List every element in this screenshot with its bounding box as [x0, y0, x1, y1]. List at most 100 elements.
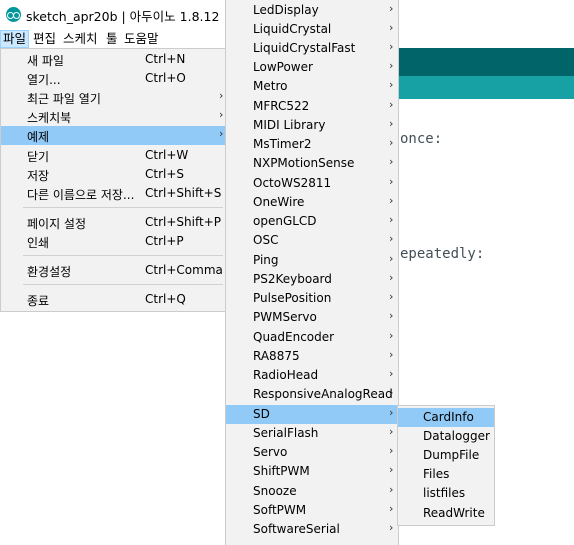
menu-sketch[interactable]: 스케치 — [61, 30, 100, 48]
menu-item-example-library[interactable]: OneWire › — [226, 193, 398, 212]
chevron-right-icon: › — [389, 136, 394, 149]
menu-item-example-library[interactable]: LedDisplay › — [226, 1, 398, 20]
menu-item-label: MFRC522 — [253, 99, 310, 113]
menu-item-label: PS2Keyboard — [253, 272, 332, 286]
menu-item-readwrite[interactable]: ReadWrite — [398, 504, 494, 523]
menu-item-files[interactable]: Files — [398, 465, 494, 484]
menu-item-sketchbook[interactable]: 스케치북 › — [1, 107, 225, 126]
menu-item-preferences[interactable]: 환경설정 Ctrl+Comma — [1, 261, 225, 280]
menu-separator — [23, 207, 223, 208]
menu-item-example-library[interactable]: OctoWS2811 › — [226, 174, 398, 193]
sd-examples-submenu: CardInfo Datalogger DumpFile Files listf… — [397, 405, 495, 526]
menu-item-print[interactable]: 인쇄 Ctrl+P — [1, 232, 225, 251]
menu-item-examples[interactable]: 예제 › — [1, 126, 225, 145]
menu-item-label: 스케치북 — [27, 111, 72, 125]
menu-item-label: RadioHead — [253, 368, 319, 382]
menu-item-dumpfile[interactable]: DumpFile — [398, 446, 494, 465]
menu-item-new[interactable]: 새 파일 Ctrl+N — [1, 50, 225, 69]
menu-item-quit[interactable]: 종료 Ctrl+Q — [1, 290, 225, 309]
chevron-right-icon: › — [219, 108, 224, 121]
menu-item-example-library[interactable]: LowPower › — [226, 58, 398, 77]
menu-separator — [23, 255, 223, 256]
menu-item-example-library[interactable]: LiquidCrystalFast › — [226, 39, 398, 58]
menu-item-example-library[interactable]: MsTimer2 › — [226, 135, 398, 154]
menu-item-label: 다른 이름으로 저장... — [27, 188, 135, 202]
menu-item-example-library[interactable]: NXPMotionSense › — [226, 154, 398, 173]
menu-item-example-library[interactable]: Snooze › — [226, 482, 398, 501]
menu-item-open-recent[interactable]: 최근 파일 열기 › — [1, 88, 225, 107]
menu-item-label: openGLCD — [253, 214, 317, 228]
menu-item-shortcut: Ctrl+Q — [145, 292, 186, 306]
menu-item-label: MsTimer2 — [253, 137, 312, 151]
menu-item-label: ReadWrite — [423, 506, 485, 520]
menu-item-shortcut: Ctrl+Shift+S — [145, 186, 222, 200]
chevron-right-icon: › — [389, 232, 394, 245]
menu-item-example-library[interactable]: openGLCD › — [226, 212, 398, 231]
menu-help[interactable]: 도움말 — [122, 30, 161, 48]
menu-item-example-library[interactable]: LiquidCrystal › — [226, 20, 398, 39]
menu-item-page-setup[interactable]: 페이지 설정 Ctrl+Shift+P — [1, 213, 225, 232]
chevron-right-icon: › — [389, 271, 394, 284]
chevron-right-icon: › — [389, 406, 394, 419]
menu-item-label: SD — [253, 407, 270, 421]
examples-submenu: LedDisplay › LiquidCrystal › LiquidCrystal… — [225, 0, 399, 545]
menu-item-example-library[interactable]: SoftPWM › — [226, 501, 398, 520]
menu-item-label: OSC — [253, 233, 279, 247]
menu-item-label: 인쇄 — [27, 236, 50, 250]
menu-item-example-library[interactable]: RadioHead › — [226, 366, 398, 385]
menu-separator — [23, 284, 223, 285]
menu-tools[interactable]: 툴 — [104, 30, 120, 48]
chevron-right-icon: › — [389, 155, 394, 168]
menu-item-example-library[interactable]: PWMServo › — [226, 308, 398, 327]
menu-item-label: 예제 — [27, 130, 50, 144]
menu-item-example-library[interactable]: SoftwareSerial › — [226, 520, 398, 539]
menu-item-save[interactable]: 저장 Ctrl+S — [1, 165, 225, 184]
menu-item-example-library[interactable]: MFRC522 › — [226, 97, 398, 116]
menu-edit[interactable]: 편집 — [31, 30, 58, 48]
menu-item-example-library[interactable]: SerialFlash › — [226, 424, 398, 443]
menu-item-cardinfo[interactable]: CardInfo — [398, 408, 494, 427]
chevron-right-icon: › — [389, 483, 394, 496]
menu-item-shortcut: Ctrl+W — [145, 148, 189, 162]
chevron-right-icon: › — [389, 78, 394, 91]
menu-item-shortcut: Ctrl+S — [145, 167, 185, 181]
chevron-right-icon: › — [389, 348, 394, 361]
menu-item-example-sd[interactable]: SD › — [226, 405, 398, 424]
menu-item-label: OneWire — [253, 195, 305, 209]
code-line: once: — [400, 131, 443, 147]
chevron-right-icon: › — [389, 367, 394, 380]
menu-item-example-library[interactable]: Metro › — [226, 77, 398, 96]
chevron-right-icon: › — [219, 89, 224, 102]
menu-item-example-library[interactable]: ResponsiveAnalogRead › — [226, 385, 398, 404]
menu-item-example-library[interactable]: OSC › — [226, 231, 398, 250]
menu-item-example-library[interactable]: Servo › — [226, 443, 398, 462]
chevron-right-icon: › — [389, 290, 394, 303]
menu-item-datalogger[interactable]: Datalogger — [398, 427, 494, 446]
menu-item-example-library[interactable]: ShiftPWM › — [226, 462, 398, 481]
menu-item-example-library[interactable]: Ping › — [226, 251, 398, 270]
menu-item-label: ShiftPWM — [253, 464, 310, 478]
menu-item-example-library[interactable]: QuadEncoder › — [226, 328, 398, 347]
menu-item-example-library[interactable]: RA8875 › — [226, 347, 398, 366]
menu-item-label: 페이지 설정 — [27, 217, 87, 231]
menu-item-example-library[interactable]: PS2Keyboard › — [226, 270, 398, 289]
chevron-right-icon: › — [389, 98, 394, 111]
chevron-right-icon: › — [389, 444, 394, 457]
menu-item-label: LiquidCrystalFast — [253, 41, 356, 55]
menu-item-example-library[interactable]: PulsePosition › — [226, 289, 398, 308]
menu-item-save-as[interactable]: 다른 이름으로 저장... Ctrl+Shift+S — [1, 184, 225, 203]
menu-item-label: 종료 — [27, 294, 50, 308]
chevron-right-icon: › — [389, 329, 394, 342]
menu-item-listfiles[interactable]: listfiles — [398, 484, 494, 503]
menu-item-close[interactable]: 닫기 Ctrl+W — [1, 146, 225, 165]
menu-item-example-library[interactable]: MIDI Library › — [226, 116, 398, 135]
chevron-right-icon: › — [389, 175, 394, 188]
menu-item-open[interactable]: 열기... Ctrl+O — [1, 69, 225, 88]
menu-item-label: SerialFlash — [253, 426, 319, 440]
menu-item-label: RA8875 — [253, 349, 300, 363]
menu-item-label: OctoWS2811 — [253, 176, 332, 190]
menu-file[interactable]: 파일 — [0, 30, 30, 48]
chevron-right-icon: › — [389, 309, 394, 322]
window-title: sketch_apr20b | 아두이노 1.8.12 — [26, 9, 220, 24]
menu-item-label: CardInfo — [423, 410, 474, 424]
